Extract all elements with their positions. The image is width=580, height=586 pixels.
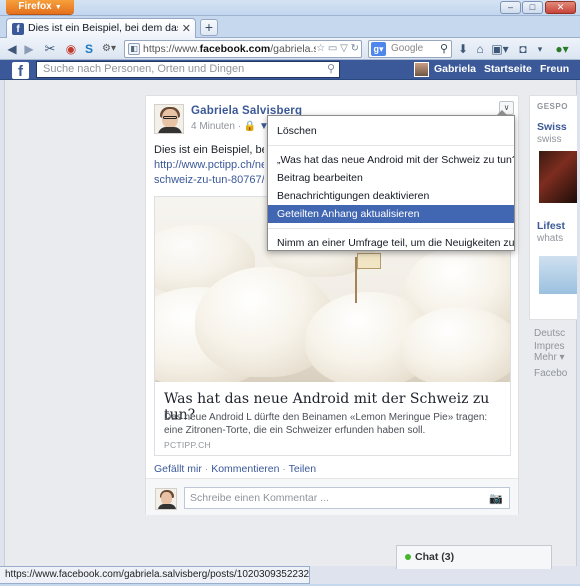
post-options-menu: Löschen „Was hat das neue Android mit de… (267, 110, 515, 252)
web-search-box[interactable]: g▾ Google ⚲ (368, 40, 452, 58)
facebook-favicon-icon: f (12, 23, 24, 35)
post-text: Dies ist ein Beispiel, bei http://www.pc… (154, 143, 264, 188)
scissors-icon[interactable]: ✂ (42, 41, 58, 57)
android-flag-icon (357, 253, 381, 269)
ad1-image[interactable] (539, 151, 577, 203)
browser-tab[interactable]: f Dies ist ein Beispiel, bei dem das Ver… (6, 18, 196, 39)
ad1-subtitle: swiss (537, 134, 562, 145)
bookmark-star-icon[interactable]: ☆ (316, 43, 325, 54)
search-placeholder: Google (391, 43, 424, 54)
menu-divider (268, 228, 514, 229)
firefox-menu-button[interactable]: Firefox ▼ (6, 0, 74, 14)
friends-link[interactable]: Freun (540, 63, 569, 75)
facebook-search-input[interactable]: Suche nach Personen, Orten und Dingen ⚲ (36, 61, 340, 78)
tab-strip: f Dies ist ein Beispiel, bei dem das Ver… (0, 16, 580, 39)
new-tab-button[interactable]: + (200, 19, 218, 36)
attachment-source: PCTIPP.CH (164, 440, 211, 450)
comment-composer: Schreibe einen Kommentar ... 📷 (146, 478, 518, 515)
ad1-title[interactable]: Swiss (537, 121, 567, 133)
sponsored-heading: GESPO (537, 102, 568, 111)
user-avatar[interactable] (414, 62, 429, 77)
post-link-line1[interactable]: http://www.pctipp.ch/new (154, 158, 264, 173)
search-icon[interactable]: ⚲ (440, 41, 448, 57)
footer-impressum-link[interactable]: Impres (534, 341, 565, 352)
chrome-logo-icon[interactable]: ◉ (64, 41, 78, 57)
commenter-avatar (155, 488, 177, 510)
author-avatar[interactable] (154, 104, 184, 134)
comment-placeholder: Schreibe einen Kommentar ... (190, 492, 329, 504)
window-titlebar: Firefox ▼ – □ ✕ (0, 0, 580, 16)
minimize-button[interactable]: – (500, 1, 521, 14)
url-domain: facebook.com (199, 43, 271, 55)
footer-facebook-copyright: Facebo (534, 368, 568, 379)
chat-sidebar-tab[interactable]: Chat (3) (396, 545, 552, 569)
sidebar-toggle-icon[interactable]: ▣▾ (491, 41, 509, 57)
ad2-image[interactable] (539, 256, 577, 294)
camera-icon[interactable]: 📷 (489, 489, 503, 509)
footer-language-link[interactable]: Deutsc (534, 328, 565, 339)
online-status-icon (405, 554, 411, 561)
menu-item-survey[interactable]: Nimm an einer Umfrage teil, um die Neuig… (268, 234, 514, 252)
attachment-description: Das neue Android L dürfte den Beinamen «… (164, 412, 488, 436)
share-link[interactable]: Teilen (289, 463, 316, 475)
skype-icon[interactable]: S (82, 41, 96, 57)
firefox-menu-label: Firefox (18, 1, 52, 12)
comment-link[interactable]: Kommentieren (211, 463, 279, 475)
menu-item-attachment-title[interactable]: „Was hat das neue Android mit der Schwei… (268, 151, 514, 169)
facebook-logo-icon[interactable]: f (12, 62, 29, 80)
footer-more-link[interactable]: Mehr ▾ (534, 352, 565, 363)
navigation-toolbar: ◀ ▶ ✂ ◉ S ⚙▾ ◧ https://www.facebook.com/… (0, 38, 580, 60)
facebook-search-placeholder: Suche nach Personen, Orten und Dingen (43, 63, 245, 75)
close-window-button[interactable]: ✕ (545, 1, 576, 14)
post-body-text: Dies ist ein Beispiel, bei (154, 144, 264, 156)
url-prefix: https://www. (143, 43, 200, 55)
addon-status-icon[interactable]: ●▾ (552, 41, 572, 57)
google-engine-icon[interactable]: g▾ (371, 42, 386, 56)
home-link[interactable]: Startseite (484, 63, 532, 75)
menu-divider (268, 145, 514, 146)
addon-icon[interactable]: ⚙▾ (98, 41, 120, 57)
site-identity-icon[interactable]: ◧ (128, 43, 140, 55)
ad2-subtitle: whats (537, 233, 564, 244)
chat-label: Chat (3) (415, 551, 455, 563)
back-arrow-icon[interactable]: ◀ (5, 41, 19, 57)
url-bar-tools: ☆ ▭ ▽ ↻ (316, 41, 359, 57)
tab-title: Dies ist ein Beispiel, bei dem das Verli… (28, 22, 178, 34)
post-timestamp[interactable]: 4 Minuten (191, 121, 235, 132)
reload-icon[interactable]: ↻ (351, 43, 359, 54)
tab-close-icon[interactable]: ✕ (182, 22, 191, 35)
facebook-blue-bar: f Suche nach Personen, Orten und Dingen … (0, 60, 580, 80)
lock-icon: 🔒 (243, 121, 257, 132)
browser-status-bar: https://www.facebook.com/gabriela.salvis… (0, 566, 310, 584)
pocket-icon[interactable]: ◘ (516, 41, 530, 57)
menu-item-delete[interactable]: Löschen (268, 122, 514, 140)
dropdown-arrow-icon: ▼ (54, 4, 62, 11)
menu-dropdown-icon[interactable]: ▾ (535, 41, 545, 57)
like-link[interactable]: Gefällt mir (154, 463, 202, 475)
reader-icon[interactable]: ▭ (328, 43, 337, 54)
menu-item-refresh-attachment[interactable]: Geteilten Anhang aktualisieren (268, 205, 514, 223)
post-actions: Gefällt mir · Kommentieren · Teilen (154, 463, 317, 475)
sponsored-column: GESPO Swiss swiss Lifest whats (529, 95, 577, 320)
home-icon[interactable]: ⌂ (473, 41, 487, 57)
forward-arrow-icon[interactable]: ▶ (22, 41, 36, 57)
ad2-title[interactable]: Lifest (537, 220, 565, 232)
profile-link[interactable]: Gabriela (434, 63, 476, 75)
history-dropdown-icon[interactable]: ▽ (340, 43, 348, 54)
url-bar[interactable]: ◧ https://www.facebook.com/gabriela.sa ☆… (124, 40, 362, 58)
menu-item-edit-post[interactable]: Beitrag bearbeiten (268, 169, 514, 187)
post-link-line2[interactable]: schweiz-zu-tun-80767/ (154, 173, 264, 188)
search-icon[interactable]: ⚲ (327, 62, 335, 77)
menu-item-disable-notifications[interactable]: Benachrichtigungen deaktivieren (268, 187, 514, 205)
post-meta: 4 Minuten · 🔒 ▼ (191, 121, 269, 132)
comment-input[interactable]: Schreibe einen Kommentar ... 📷 (184, 487, 510, 509)
maximize-button[interactable]: □ (522, 1, 543, 14)
download-icon[interactable]: ⬇ (457, 41, 469, 57)
